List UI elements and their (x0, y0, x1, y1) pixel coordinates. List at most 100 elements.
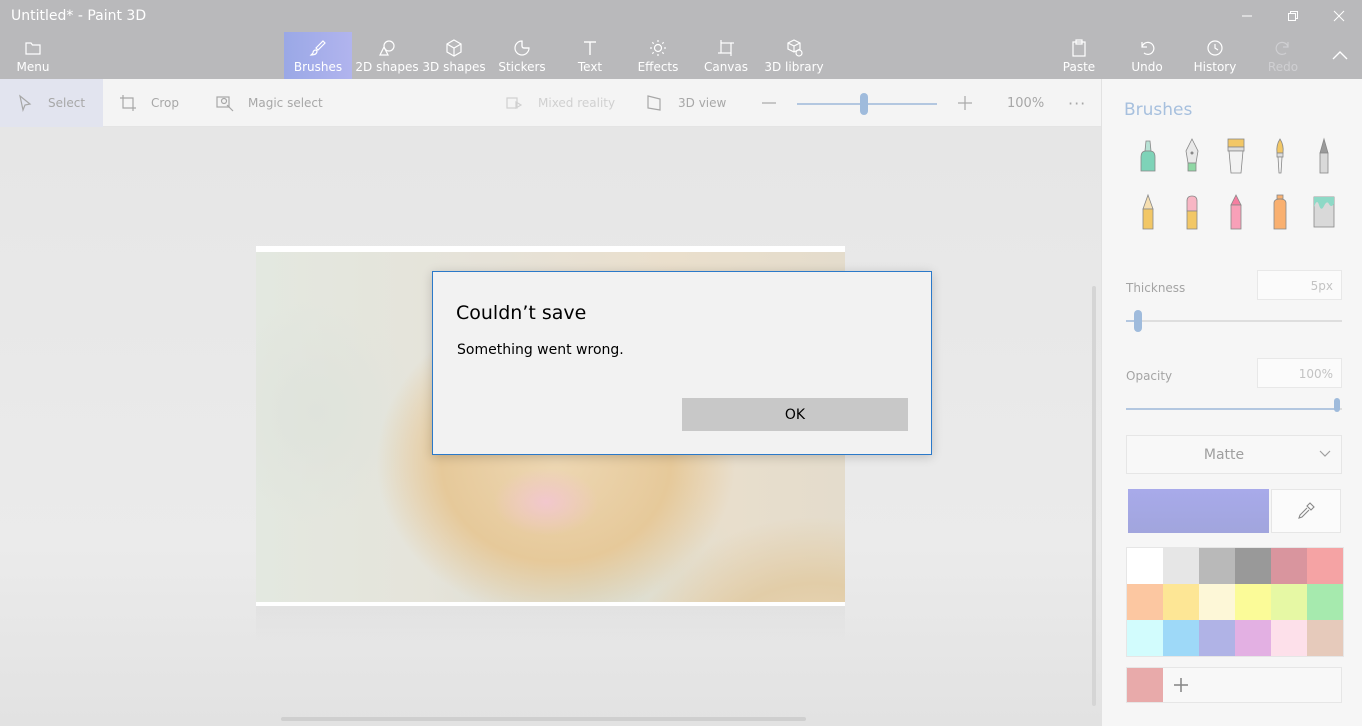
tab-3d-shapes[interactable]: 3D shapes (422, 32, 486, 79)
magic-select-tool[interactable]: Magic select (216, 79, 323, 127)
color-swatch[interactable] (1235, 620, 1271, 656)
3d-view-icon (647, 95, 661, 111)
tab-label: 2D shapes (355, 60, 419, 74)
brush-marker[interactable] (1126, 137, 1170, 175)
select-tool[interactable]: Select (0, 79, 103, 127)
history-label: History (1193, 60, 1237, 74)
color-swatch[interactable] (1163, 584, 1199, 620)
mixed-reality-button[interactable]: Mixed reality (506, 79, 615, 127)
crop-label: Crop (151, 96, 180, 110)
current-color-swatch[interactable] (1128, 489, 1269, 533)
tab-effects[interactable]: Effects (632, 32, 684, 79)
brush-calligraphy-pen[interactable] (1170, 137, 1214, 175)
redo-button[interactable]: Redo (1262, 32, 1304, 79)
restore-button[interactable] (1270, 0, 1316, 32)
pencil-icon (1142, 193, 1154, 230)
tab-3d-library[interactable]: 3D library (764, 32, 824, 79)
tab-text[interactable]: Text (566, 32, 614, 79)
brush-crayon[interactable] (1214, 193, 1258, 231)
color-swatch[interactable] (1199, 584, 1235, 620)
more-options-button[interactable]: ··· (1068, 79, 1086, 127)
color-swatch[interactable] (1271, 620, 1307, 656)
brush-pixel-pen[interactable] (1302, 137, 1346, 175)
dialog-title: Couldn’t save (456, 302, 587, 324)
color-swatch[interactable] (1307, 584, 1343, 620)
crop-tool[interactable]: Crop (119, 79, 179, 127)
opacity-slider-thumb[interactable] (1334, 398, 1340, 412)
minimize-button[interactable] (1224, 0, 1270, 32)
color-swatch[interactable] (1235, 548, 1271, 584)
color-swatch[interactable] (1307, 620, 1343, 656)
tab-canvas[interactable]: Canvas (700, 32, 752, 79)
tab-label: Canvas (703, 60, 749, 74)
window-controls (1224, 0, 1362, 32)
eyedropper-icon (1298, 502, 1315, 519)
thickness-input[interactable]: 5px (1257, 270, 1342, 300)
custom-color-swatch[interactable] (1127, 668, 1163, 702)
paste-button[interactable]: Paste (1058, 32, 1100, 79)
brush-oil[interactable] (1214, 137, 1258, 175)
opacity-input[interactable]: 100% (1257, 358, 1342, 388)
close-button[interactable] (1316, 0, 1362, 32)
close-icon (1333, 10, 1345, 22)
thickness-slider-track[interactable] (1126, 320, 1342, 322)
crop-icon (120, 95, 136, 111)
history-icon (1207, 40, 1223, 56)
color-swatch[interactable] (1163, 548, 1199, 584)
color-swatch[interactable] (1199, 620, 1235, 656)
zoom-slider-thumb[interactable] (860, 93, 869, 115)
marker-icon (1140, 140, 1156, 172)
color-swatch[interactable] (1307, 548, 1343, 584)
crayon-icon (1230, 194, 1242, 230)
tab-brushes[interactable]: Brushes (284, 32, 352, 79)
thickness-slider-thumb[interactable] (1134, 310, 1142, 332)
zoom-level: 100% (1007, 95, 1045, 111)
ribbon: Menu Brushes 2D shapes 3D shapes Sticker… (0, 32, 1362, 79)
paste-label: Paste (1062, 60, 1096, 74)
3d-view-label: 3D view (678, 96, 727, 110)
brush-watercolor[interactable] (1258, 137, 1302, 175)
tab-2d-shapes[interactable]: 2D shapes (354, 32, 420, 79)
window-title: Untitled* - Paint 3D (11, 8, 147, 24)
color-swatch[interactable] (1235, 584, 1271, 620)
color-swatch[interactable] (1163, 620, 1199, 656)
opacity-label: Opacity (1126, 369, 1173, 383)
zoom-in-button[interactable] (956, 79, 974, 127)
color-palette (1126, 547, 1344, 657)
color-swatch[interactable] (1127, 620, 1163, 656)
eyedropper-button[interactable] (1271, 489, 1341, 533)
finish-dropdown[interactable]: Matte (1126, 435, 1342, 474)
brush-spray-can[interactable] (1258, 193, 1302, 231)
eraser-icon (1186, 195, 1198, 230)
chevron-up-icon (1332, 51, 1348, 60)
zoom-out-button[interactable] (760, 79, 778, 127)
tab-label: 3D library (764, 60, 824, 74)
3d-view-button[interactable]: 3D view (646, 79, 726, 127)
color-swatch[interactable] (1271, 584, 1307, 620)
tab-stickers[interactable]: Stickers (492, 32, 552, 79)
horizontal-scrollbar[interactable] (281, 717, 806, 721)
color-swatch[interactable] (1127, 548, 1163, 584)
undo-button[interactable]: Undo (1126, 32, 1168, 79)
brush-fill[interactable] (1302, 193, 1346, 231)
menu-button[interactable]: Menu (8, 32, 58, 79)
color-swatch[interactable] (1127, 584, 1163, 620)
pixel-pen-icon (1319, 137, 1329, 174)
brush-pencil[interactable] (1126, 193, 1170, 231)
ok-button[interactable]: OK (682, 398, 908, 431)
folder-icon (25, 42, 41, 55)
add-color-icon[interactable] (1171, 675, 1191, 695)
undo-icon (1141, 41, 1155, 55)
library-icon (787, 39, 803, 57)
brush-eraser[interactable] (1170, 193, 1214, 231)
magic-select-icon (216, 96, 234, 112)
mixed-reality-label: Mixed reality (538, 96, 616, 110)
color-swatch[interactable] (1271, 548, 1307, 584)
panel-title: Brushes (1124, 100, 1193, 120)
collapse-ribbon-button[interactable] (1320, 32, 1360, 79)
history-button[interactable]: History (1192, 32, 1238, 79)
vertical-scrollbar[interactable] (1092, 286, 1096, 706)
color-swatch[interactable] (1199, 548, 1235, 584)
plus-icon (958, 96, 972, 110)
calligraphy-pen-icon (1185, 138, 1199, 172)
